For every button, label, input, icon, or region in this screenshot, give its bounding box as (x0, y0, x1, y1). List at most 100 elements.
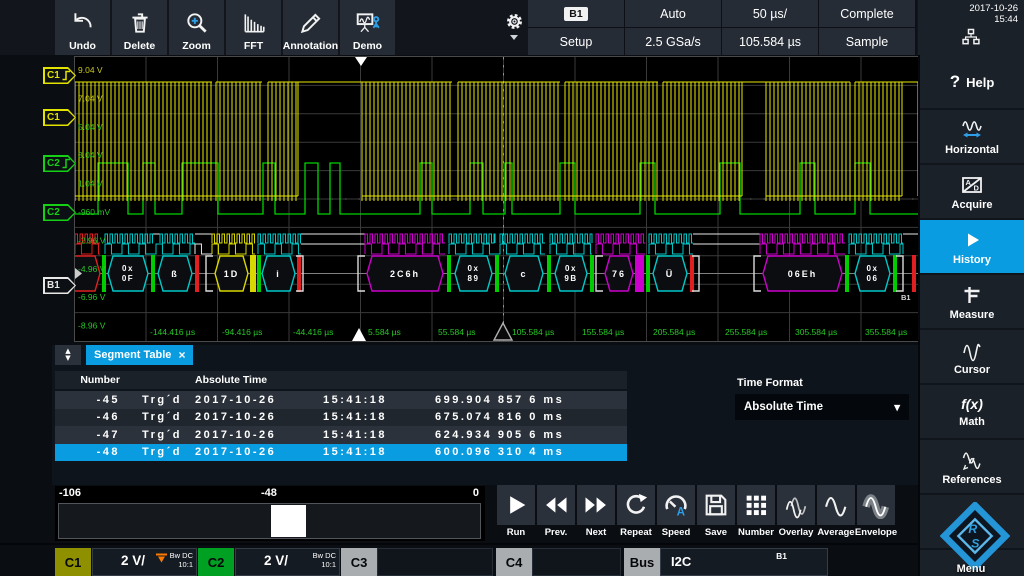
position-cell[interactable]: 105.584 µs (722, 28, 818, 55)
date-label: 2017-10-26 (969, 3, 1018, 14)
toolbar-annotation-button[interactable]: Annotation (283, 0, 338, 55)
marker-c1-trigger[interactable]: C1 (43, 67, 76, 84)
sidebar-item-references[interactable]: References (920, 440, 1024, 495)
time-format-dropdown[interactable]: Absolute Time ▾ (735, 394, 909, 420)
marker-label: C1 (43, 67, 76, 84)
bus-type: I2C (671, 554, 691, 569)
playback-run-button[interactable]: Run (497, 485, 535, 538)
bus-b1-cell[interactable]: B1 (528, 0, 624, 27)
toolbar-zoom-button[interactable]: Zoom (169, 0, 224, 55)
sidebar-item-label: Horizontal (945, 144, 999, 156)
close-icon[interactable]: × (178, 348, 185, 362)
segment-cell: -46 (55, 411, 120, 423)
marker-c1[interactable]: C1 (43, 109, 76, 126)
history-max-label: 0 (473, 487, 479, 499)
panel-resize-button[interactable]: ▲▼ (55, 345, 81, 365)
sidebar-item-math[interactable]: f(x)Math (920, 385, 1024, 440)
svg-text:0x: 0x (565, 264, 577, 273)
segment-table-panel: ▲▼ Segment Table × Number Absolute Time … (52, 345, 918, 485)
channel-c2-settings[interactable]: 2 V/ Bw DC 10:1 (235, 548, 340, 576)
history-current-label: -48 (261, 487, 277, 499)
playback-prev-button[interactable]: Prev. (537, 485, 575, 538)
history-slider-track[interactable] (58, 503, 481, 539)
svg-text:D: D (974, 183, 980, 192)
channel-c4-settings[interactable] (532, 548, 621, 576)
channel-c2-tag[interactable]: C2 (198, 548, 234, 576)
bus-tag[interactable]: Bus (624, 548, 660, 576)
trigger-mode-cell[interactable]: Auto (625, 0, 721, 27)
sidebar-item-horizontal[interactable]: Horizontal (920, 110, 1024, 165)
svg-text:-4.96 V: -4.96 V (78, 264, 106, 274)
playback-button-label: Overlay (779, 527, 814, 538)
channel-c4-tag[interactable]: C4 (496, 548, 532, 576)
toolbar-demo-button[interactable]: Demo (340, 0, 395, 55)
bus-settings[interactable]: I2C B1 (660, 548, 828, 576)
channel-c3-tag[interactable]: C3 (341, 548, 377, 576)
segment-row[interactable]: -46Trg´d2017-10-2615:41:18675.074 816 0 … (55, 409, 627, 427)
playback-number-button[interactable]: Number (737, 485, 775, 538)
sidebar-item-cursor[interactable]: Cursor (920, 330, 1024, 385)
tab-segment-table[interactable]: Segment Table × (86, 345, 193, 365)
rs-logo-menu-button[interactable]: RS (940, 502, 1010, 570)
playback-save-button[interactable]: Save (697, 485, 735, 538)
toolbar-undo-button[interactable]: Undo (55, 0, 110, 55)
sidebar-item-label: Acquire (952, 199, 993, 211)
acquisition-mode-cell[interactable]: Sample (819, 28, 915, 55)
playback-overlay-button[interactable]: Overlay (777, 485, 815, 538)
svg-text:9.04 V: 9.04 V (78, 65, 103, 75)
segment-row[interactable]: -45Trg´d2017-10-2615:41:18699.904 857 6 … (55, 391, 627, 409)
sidebar-item-history[interactable]: History (920, 220, 1024, 275)
toolbar-delete-button[interactable]: Delete (112, 0, 167, 55)
gear-icon (505, 12, 524, 31)
svg-text:1D: 1D (224, 269, 240, 279)
playback-next-button[interactable]: Next (577, 485, 615, 538)
gear-dropdown-arrow-icon (510, 35, 518, 44)
datetime-cell[interactable]: 2017-10-26 15:44 (918, 0, 1024, 55)
segment-cell: 600.096 310 4 ms (435, 446, 625, 458)
status-cluster: B1 Auto 50 µs/ Complete Setup 2.5 GSa/s … (528, 0, 917, 55)
playback-average-button[interactable]: Average (817, 485, 855, 538)
marker-text: B1 (47, 280, 60, 291)
marker-b1[interactable]: B1 (43, 277, 76, 294)
svg-text:-960 mV: -960 mV (78, 207, 110, 217)
playback-repeat-button[interactable]: Repeat (617, 485, 655, 538)
svg-text:55.584 µs: 55.584 µs (438, 327, 476, 337)
settings-gear-button[interactable] (501, 0, 527, 55)
channel-c1-settings[interactable]: 2 V/ Bw DC 10:1 (92, 548, 197, 576)
delete-icon (127, 8, 153, 38)
table-rows: -45Trg´d2017-10-2615:41:18699.904 857 6 … (55, 391, 627, 461)
sidebar-item-help[interactable]: ?Help (920, 55, 1024, 110)
svg-text:76: 76 (612, 269, 626, 279)
segment-row[interactable]: -47Trg´d2017-10-2615:41:18624.934 905 6 … (55, 426, 627, 444)
sample-rate-cell[interactable]: 2.5 GSa/s (625, 28, 721, 55)
timebase-cell[interactable]: 50 µs/ (722, 0, 818, 27)
history-slider-handle[interactable] (271, 505, 306, 537)
toolbar-fft-button[interactable]: FFT (226, 0, 281, 55)
svg-text:0x: 0x (468, 264, 480, 273)
waveform-display[interactable]: 0x0Fß1Di2C6h0x89c0x9B76Ü06Eh0x06B19.04 V… (75, 57, 918, 341)
sidebar-item-measure[interactable]: Measure (920, 275, 1024, 330)
channel-c1-tag[interactable]: C1 (55, 548, 91, 576)
playback-envelope-button[interactable]: Envelope (857, 485, 895, 538)
number-icon (737, 485, 775, 525)
segment-row[interactable]: -48Trg´d2017-10-2615:41:18600.096 310 4 … (55, 444, 627, 462)
channel-c3-settings[interactable] (377, 548, 493, 576)
speed-icon: A (657, 485, 695, 525)
marker-c2-trigger[interactable]: C2 (43, 155, 76, 172)
waveform-canvas: 0x0Fß1Di2C6h0x89c0x9B76Ü06Eh0x06B19.04 V… (75, 57, 918, 341)
playback-speed-button[interactable]: ASpeed (657, 485, 695, 538)
sidebar-item-acquire[interactable]: ADAcquire (920, 165, 1024, 220)
acquisition-state-cell[interactable]: Complete (819, 0, 915, 27)
marker-label: C2 (43, 204, 76, 221)
sidebar-item-label: Math (959, 416, 985, 428)
marker-text: C1 (47, 112, 60, 123)
marker-c2[interactable]: C2 (43, 204, 76, 221)
cursor-icon (960, 338, 984, 362)
svg-text:ß: ß (171, 269, 179, 279)
setup-cell[interactable]: Setup (528, 28, 624, 55)
svg-text:Ü: Ü (666, 269, 675, 279)
right-sidebar: ?HelpHorizontalADAcquireHistoryMeasureCu… (918, 55, 1024, 576)
time-label: 15:44 (994, 14, 1018, 25)
sidebar-item-label: Measure (950, 309, 995, 321)
run-icon (497, 485, 535, 525)
